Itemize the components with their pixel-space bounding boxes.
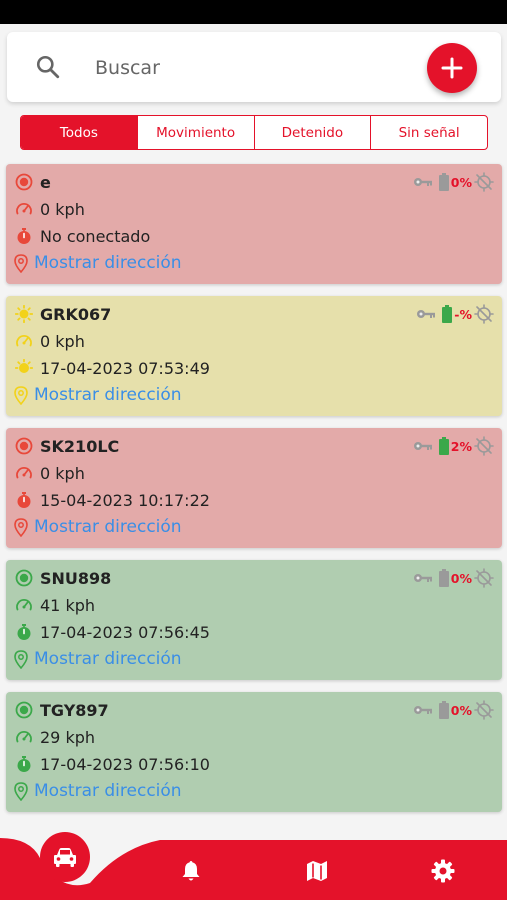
status-dot-icon [15,701,33,719]
sun-time-icon [15,359,33,373]
key-icon [417,310,436,318]
nav-vehicles-button[interactable] [40,832,90,882]
nav-settings-button[interactable] [429,857,457,885]
vehicle-card[interactable]: SK210LC 2% 0 kph 15-04-2023 10:17:22 Mos… [6,428,502,548]
gps-off-icon [474,700,494,720]
key-icon [413,442,432,450]
plus-icon [441,57,463,79]
battery-icon [438,437,449,455]
nav-notifications-button[interactable] [177,857,205,885]
vehicle-status-icons: 0% [413,568,494,588]
vehicle-name: e [40,172,51,192]
battery-icon [438,173,449,191]
vehicle-status-icons: -% [416,304,494,324]
status-dot-icon [15,173,33,191]
status-bar [0,0,507,24]
vehicle-speed: 29 kph [40,727,96,747]
battery-icon [442,305,453,323]
vehicle-status-icons: 0% [413,172,494,192]
bell-icon [182,861,200,881]
location-pin-icon [14,385,28,405]
battery-percent: 2% [450,438,472,454]
status-dot-icon [15,437,33,455]
gps-off-icon [474,172,494,192]
gear-icon [431,859,455,883]
battery-icon [438,701,449,719]
search-input[interactable] [95,54,395,82]
vehicle-name: SK210LC [40,436,120,456]
speedometer-icon [16,467,32,479]
sun-status-icon [15,305,33,323]
location-pin-icon [14,649,28,669]
status-dot-icon [15,569,33,587]
vehicle-timestamp: 17-04-2023 07:56:45 [40,622,210,642]
gps-off-icon [474,304,494,324]
stopwatch-icon [17,624,31,640]
nav-map-button[interactable] [303,857,331,885]
battery-percent: 0% [450,570,472,586]
vehicle-card[interactable]: e 0% 0 kph No conectado Mostrar direcció… [6,164,502,284]
add-vehicle-button[interactable] [427,43,477,93]
vehicle-status-icons: 2% [413,436,494,456]
battery-percent: 0% [450,702,472,718]
vehicle-speed: 41 kph [40,595,96,615]
tab-detenido[interactable]: Detenido [255,116,372,149]
vehicle-timestamp: 15-04-2023 10:17:22 [40,490,210,510]
key-icon [413,574,432,582]
vehicle-speed: 0 kph [40,331,85,351]
show-address-link[interactable]: Mostrar dirección [34,781,182,801]
stopwatch-icon [17,756,31,772]
car-icon [54,848,76,867]
vehicle-timestamp: 17-04-2023 07:56:10 [40,754,210,774]
vehicle-timestamp: No conectado [40,226,151,246]
map-icon [307,861,327,881]
vehicle-name: SNU898 [40,568,112,588]
vehicle-status-icons: 0% [413,700,494,720]
filter-tabs: Todos Movimiento Detenido Sin señal [20,115,488,150]
vehicle-timestamp: 17-04-2023 07:53:49 [40,358,210,378]
gps-off-icon [474,436,494,456]
location-pin-icon [14,253,28,273]
vehicle-name: GRK067 [40,304,112,324]
location-pin-icon [14,781,28,801]
vehicle-name: TGY897 [40,700,109,720]
key-icon [413,178,432,186]
battery-percent: 0% [450,174,472,190]
tab-todos[interactable]: Todos [21,116,138,149]
location-pin-icon [14,517,28,537]
speedometer-icon [16,731,32,743]
battery-icon [438,569,449,587]
stopwatch-icon [17,228,31,244]
search-icon[interactable] [35,54,61,80]
stopwatch-icon [17,492,31,508]
show-address-link[interactable]: Mostrar dirección [34,649,182,669]
vehicle-speed: 0 kph [40,199,85,219]
key-icon [413,706,432,714]
vehicle-card[interactable]: TGY897 0% 29 kph 17-04-2023 07:56:10 Mos… [6,692,502,812]
show-address-link[interactable]: Mostrar dirección [34,253,182,273]
show-address-link[interactable]: Mostrar dirección [34,517,182,537]
gps-off-icon [474,568,494,588]
speedometer-icon [16,599,32,611]
speedometer-icon [16,203,32,215]
speedometer-icon [16,335,32,347]
vehicle-speed: 0 kph [40,463,85,483]
show-address-link[interactable]: Mostrar dirección [34,385,182,405]
tab-sin-senal[interactable]: Sin señal [371,116,487,149]
tab-movimiento[interactable]: Movimiento [138,116,255,149]
battery-percent: -% [454,306,472,322]
vehicle-card[interactable]: GRK067 -% 0 kph 17-04-2023 07:53:49 Most… [6,296,502,416]
vehicle-card[interactable]: SNU898 0% 41 kph 17-04-2023 07:56:45 Mos… [6,560,502,680]
